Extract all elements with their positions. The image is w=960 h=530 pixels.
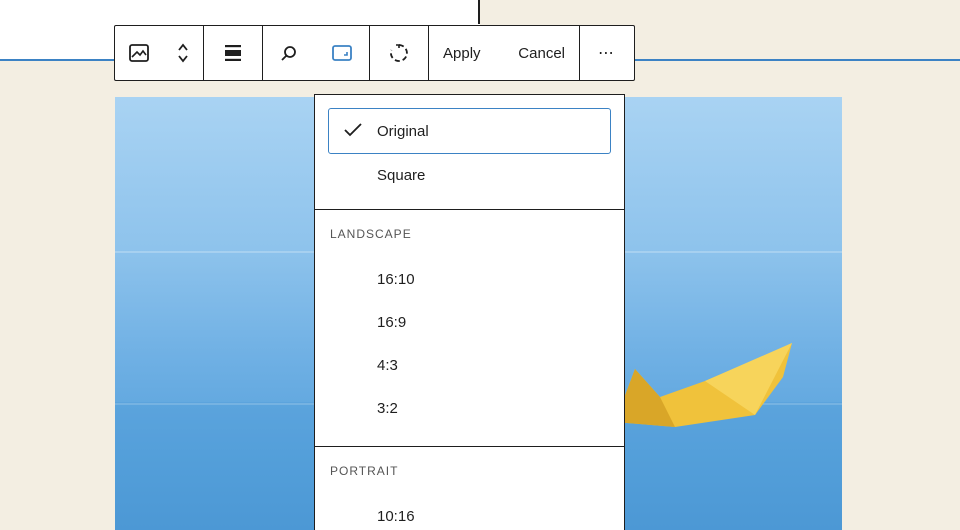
- section-heading-portrait: PORTRAIT: [330, 464, 399, 478]
- cancel-button[interactable]: Cancel: [508, 26, 579, 80]
- apply-cancel-group: Apply Cancel: [429, 26, 580, 80]
- check-icon: [343, 121, 363, 143]
- menu-section-default: Original Square: [315, 95, 624, 210]
- image-type-group: [115, 26, 204, 80]
- align-group: [204, 26, 263, 80]
- crop-icon[interactable]: [331, 26, 353, 80]
- options-group: ⋯: [580, 26, 634, 80]
- menu-section-landscape: LANDSCAPE 16:10 16:9 4:3 3:2: [315, 210, 624, 447]
- menu-item-label: Square: [377, 167, 426, 184]
- rotate-group: [370, 26, 429, 80]
- block-toolbar: Apply Cancel ⋯: [114, 25, 635, 81]
- rotate-icon[interactable]: [388, 26, 410, 80]
- menu-item-4-3[interactable]: 4:3: [315, 344, 624, 387]
- menu-item-label: Original: [377, 122, 429, 140]
- search-icon[interactable]: [280, 26, 298, 80]
- crop-tools-group: [263, 26, 370, 80]
- menu-item-label: 4:3: [377, 357, 398, 374]
- menu-item-square[interactable]: Square: [315, 154, 624, 197]
- section-heading-landscape: LANDSCAPE: [330, 227, 412, 241]
- align-icon[interactable]: [223, 26, 243, 80]
- menu-section-portrait: PORTRAIT 10:16: [315, 447, 624, 530]
- menu-item-label: 3:2: [377, 400, 398, 417]
- aspect-ratio-menu: Original Square LANDSCAPE 16:10 16:9 4:3…: [314, 94, 625, 530]
- menu-item-16-10[interactable]: 16:10: [315, 258, 624, 301]
- menu-item-3-2[interactable]: 3:2: [315, 387, 624, 430]
- menu-item-16-9[interactable]: 16:9: [315, 301, 624, 344]
- menu-item-label: 16:10: [377, 271, 415, 288]
- menu-item-original[interactable]: Original: [328, 108, 611, 154]
- chevron-up-down-icon[interactable]: [176, 26, 190, 80]
- menu-item-10-16[interactable]: 10:16: [315, 495, 624, 530]
- menu-item-label: 16:9: [377, 314, 407, 331]
- more-icon[interactable]: ⋯: [598, 26, 616, 80]
- image-icon[interactable]: [128, 26, 150, 80]
- editor-divider: [478, 0, 480, 24]
- menu-item-label: 10:16: [377, 508, 415, 525]
- apply-button[interactable]: Apply: [429, 26, 491, 80]
